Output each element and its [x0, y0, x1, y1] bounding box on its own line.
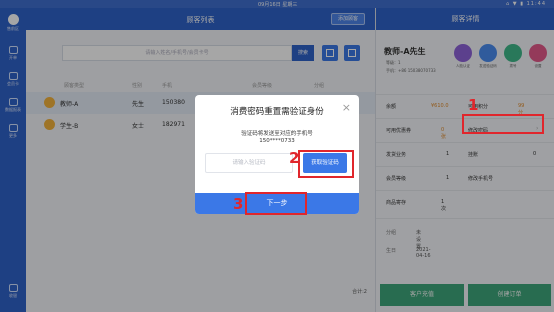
- highlight-change-password: [462, 114, 544, 134]
- masked-phone: 150****0733: [259, 138, 295, 144]
- close-icon[interactable]: ×: [342, 102, 351, 113]
- highlight-next-step: [245, 192, 307, 215]
- dialog-title: 消费密码重置需验证身份: [230, 107, 324, 117]
- step-number-3: 3: [233, 195, 244, 213]
- highlight-get-code: [298, 150, 354, 178]
- verification-code-input[interactable]: 请输入验证码: [205, 153, 293, 173]
- step-number-1: 1: [468, 96, 479, 114]
- dialog-description: 验证码将发送至对应的手机号: [241, 131, 313, 137]
- step-number-2: 2: [289, 149, 300, 167]
